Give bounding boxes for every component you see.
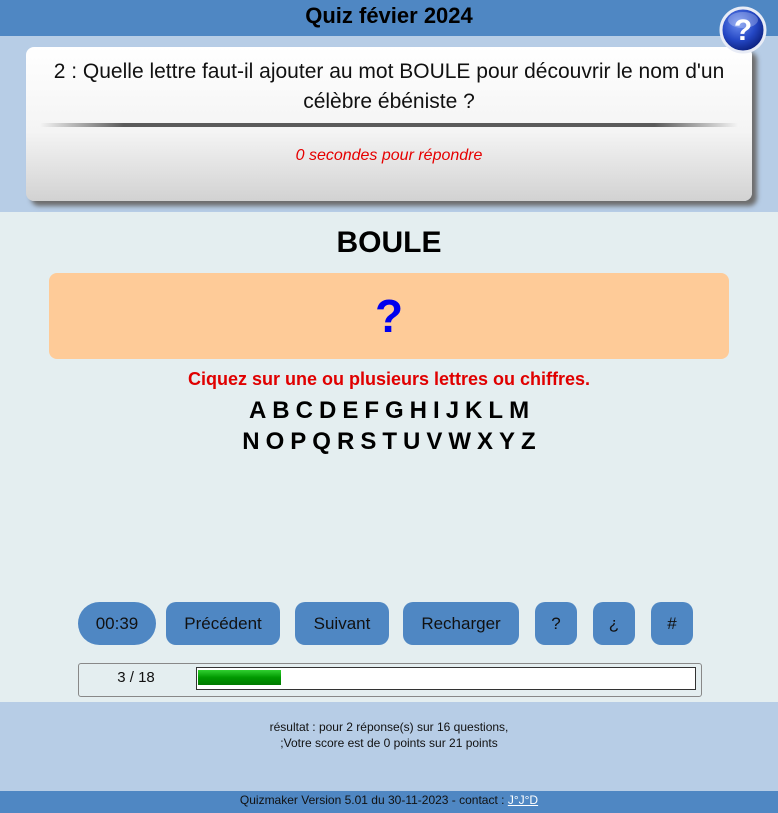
letter-u[interactable]: U <box>400 428 423 456</box>
result-panel: résultat : pour 2 réponse(s) sur 16 ques… <box>0 702 778 791</box>
question-card: 2 : Quelle lettre faut-il ajouter au mot… <box>26 47 752 201</box>
hash-button[interactable]: # <box>651 602 693 645</box>
letter-n[interactable]: N <box>239 428 262 456</box>
result-line-2: ;Votre score est de 0 points sur 21 poin… <box>280 736 498 750</box>
letter-c[interactable]: C <box>293 397 316 425</box>
question-button[interactable]: ? <box>535 602 577 645</box>
letter-f[interactable]: F <box>361 397 382 425</box>
progress-panel: 3 / 18 <box>78 663 702 697</box>
letter-x[interactable]: X <box>474 428 496 456</box>
quiz-title: Quiz févier 2024 <box>0 0 778 36</box>
progress-bar <box>196 667 696 690</box>
result-line-1: résultat : pour 2 réponse(s) sur 16 ques… <box>269 720 509 734</box>
timer-text: 0 secondes pour répondre <box>295 147 483 164</box>
letter-o[interactable]: O <box>263 428 288 456</box>
svg-text:?: ? <box>734 14 752 47</box>
question-text: 2 : Quelle lettre faut-il ajouter au mot… <box>53 60 725 113</box>
clock-button[interactable]: 00:39 <box>78 602 156 645</box>
letter-p[interactable]: P <box>287 428 309 456</box>
letter-k[interactable]: K <box>462 397 485 425</box>
progress-fill <box>198 670 281 685</box>
footer: Quizmaker Version 5.01 du 30-11-2023 - c… <box>0 791 778 813</box>
reload-button[interactable]: Recharger <box>403 602 519 645</box>
letter-row-2: NOPQRSTUVWXYZ <box>0 428 778 456</box>
card-separator <box>40 123 738 127</box>
inverted-question-button[interactable]: ¿ <box>593 602 635 645</box>
letter-g[interactable]: G <box>382 397 407 425</box>
letter-row-1: ABCDEFGHIJKLM <box>0 397 778 425</box>
letter-j[interactable]: J <box>443 397 462 425</box>
letter-l[interactable]: L <box>485 397 506 425</box>
help-icon[interactable]: ? <box>719 6 767 54</box>
letter-i[interactable]: I <box>430 397 443 425</box>
progress-label: 3 / 18 <box>117 669 155 686</box>
letter-a[interactable]: A <box>246 397 269 425</box>
letter-r[interactable]: R <box>334 428 357 456</box>
letter-t[interactable]: T <box>379 428 400 456</box>
letter-q[interactable]: Q <box>309 428 334 456</box>
letter-d[interactable]: D <box>316 397 339 425</box>
letter-b[interactable]: B <box>269 397 292 425</box>
letter-h[interactable]: H <box>407 397 430 425</box>
next-button[interactable]: Suivant <box>295 602 389 645</box>
letter-z[interactable]: Z <box>518 428 539 456</box>
contact-link[interactable]: J°J°D <box>508 793 538 807</box>
puzzle-word: BOULE <box>336 226 442 259</box>
letter-v[interactable]: V <box>423 428 445 456</box>
answer-box: ? <box>49 273 729 359</box>
letter-e[interactable]: E <box>339 397 361 425</box>
letter-s[interactable]: S <box>357 428 379 456</box>
letter-w[interactable]: W <box>445 428 474 456</box>
letter-m[interactable]: M <box>506 397 532 425</box>
footer-text: Quizmaker Version 5.01 du 30-11-2023 - c… <box>239 793 508 807</box>
letter-y[interactable]: Y <box>496 428 518 456</box>
previous-button[interactable]: Précédent <box>166 602 280 645</box>
instruction-text: Ciquez sur une ou plusieurs lettres ou c… <box>187 369 591 389</box>
